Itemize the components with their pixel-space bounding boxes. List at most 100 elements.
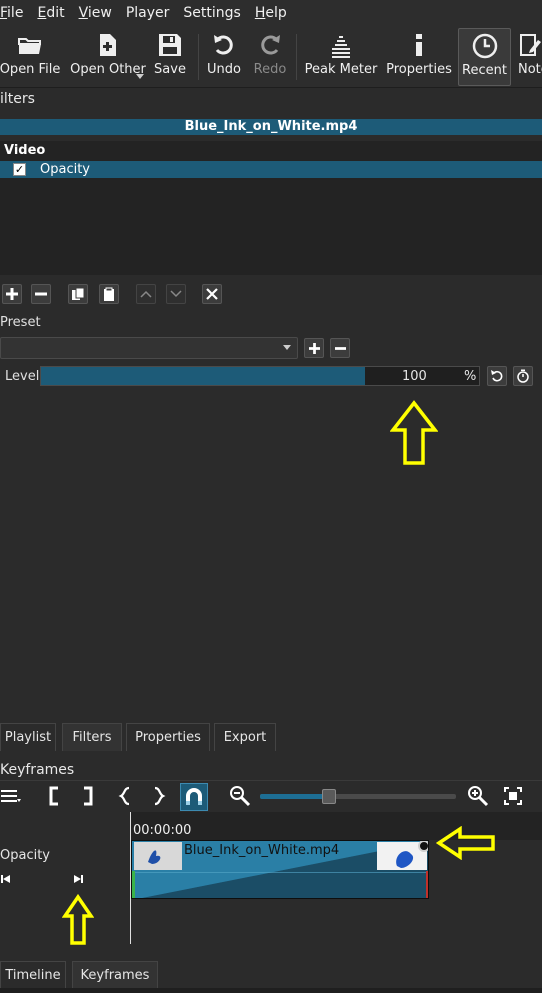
next-keyframe-button[interactable] (73, 873, 83, 888)
plus-icon (308, 342, 320, 354)
tab-keyframes[interactable]: Keyframes (72, 961, 158, 989)
undo-label: Undo (207, 62, 241, 77)
brace-right-icon (154, 786, 166, 806)
zoom-fit-icon (504, 787, 522, 805)
preset-label: Preset (0, 315, 41, 330)
properties-label: Properties (386, 62, 452, 77)
move-filter-up-button[interactable] (136, 284, 156, 304)
menu-player[interactable]: Player (126, 5, 170, 21)
keyframe-point[interactable] (418, 841, 428, 852)
tab-label: Export (223, 730, 267, 745)
open-other-button[interactable]: Open Other (70, 28, 146, 86)
recent-button[interactable]: Recent (458, 28, 511, 86)
zoom-fit-button[interactable] (502, 781, 524, 811)
zoom-slider[interactable] (260, 789, 456, 804)
keyframes-clip[interactable]: Blue_Ink_on_White.mp4 (131, 840, 429, 899)
save-preset-button[interactable] (304, 338, 324, 358)
tab-timeline[interactable]: Timeline (0, 961, 66, 989)
annotation-arrow-up-icon (389, 400, 439, 470)
chevron-up-icon (140, 290, 152, 298)
menu-view[interactable]: View (79, 5, 112, 21)
set-second-simple-keyframe-button[interactable] (149, 781, 169, 811)
tab-label: Filters (72, 730, 112, 745)
ink-thumbnail-icon (148, 850, 161, 864)
menu-help[interactable]: Help (255, 5, 287, 21)
skip-previous-icon (1, 875, 10, 883)
playhead[interactable] (130, 812, 131, 944)
menu-settings[interactable]: Settings (183, 5, 240, 21)
keyframes-menu-button[interactable] (0, 781, 22, 811)
menu-file[interactable]: File (0, 5, 23, 21)
reset-level-button[interactable] (487, 366, 507, 386)
open-file-label: Open File (0, 62, 61, 77)
recent-label: Recent (462, 63, 507, 78)
skip-next-icon (74, 875, 83, 883)
toolbar-separator (198, 34, 199, 80)
tab-label: Keyframes (80, 968, 150, 983)
peak-meter-button[interactable]: Peak Meter (305, 28, 377, 86)
keyframes-dock-title: Keyframes (0, 762, 75, 778)
annotation-arrow-up-icon (61, 893, 95, 950)
folder-open-icon (16, 28, 44, 62)
deselect-filter-button[interactable] (202, 284, 222, 304)
filter-enabled-checkbox[interactable]: ✓ (13, 163, 26, 176)
copy-icon (72, 287, 85, 300)
open-file-button[interactable]: Open File (0, 28, 60, 86)
zoom-in-button[interactable] (466, 781, 490, 811)
set-filter-end-button[interactable] (78, 781, 98, 811)
zoom-out-button[interactable] (228, 781, 252, 811)
notes-label: Note (518, 62, 542, 77)
plus-icon (6, 288, 18, 300)
preset-dropdown[interactable] (0, 337, 298, 359)
toolbar-separator (296, 34, 297, 80)
clipboard-icon (104, 287, 114, 301)
zoom-in-icon (468, 786, 489, 807)
undo-button[interactable]: Undo (204, 28, 244, 86)
reset-icon (491, 370, 503, 382)
zoom-slider-handle[interactable] (322, 789, 336, 804)
save-label: Save (154, 62, 186, 77)
tab-label: Timeline (5, 968, 61, 983)
level-label: Level (5, 369, 40, 384)
save-disk-icon (157, 28, 183, 62)
copy-filters-button[interactable] (68, 284, 88, 304)
clip-in-marker (132, 871, 135, 898)
open-other-dropdown-icon[interactable] (136, 74, 144, 79)
save-button[interactable]: Save (150, 28, 190, 86)
filter-group-video: Video (4, 143, 46, 158)
snap-button[interactable] (180, 783, 208, 811)
tab-label: Playlist (4, 730, 52, 745)
close-icon (206, 288, 218, 300)
remove-filter-button[interactable] (31, 284, 51, 304)
undo-icon (212, 28, 236, 62)
menu-edit[interactable]: Edit (37, 5, 64, 21)
peak-meter-label: Peak Meter (304, 62, 378, 77)
properties-button[interactable]: Properties (386, 28, 452, 86)
notes-button[interactable]: Note (518, 28, 542, 86)
redo-button[interactable]: Redo (250, 28, 290, 86)
level-slider[interactable]: 100 % (40, 366, 480, 386)
previous-keyframe-button[interactable] (1, 873, 11, 888)
keyframes-header-spacer (0, 812, 130, 840)
main-toolbar: Open File Open Other Save Undo Redo Peak… (0, 26, 542, 88)
set-filter-start-button[interactable] (44, 781, 64, 811)
status-strip (0, 988, 542, 993)
keyframes-level-button[interactable] (513, 366, 533, 386)
keyframes-clip-name: Blue_Ink_on_White.mp4 (184, 843, 340, 858)
info-icon (412, 28, 426, 62)
paste-filters-button[interactable] (99, 284, 119, 304)
redo-label: Redo (253, 62, 287, 77)
parameter-name: Opacity (0, 848, 51, 863)
tab-playlist[interactable]: Playlist (0, 723, 56, 751)
move-filter-down-button[interactable] (166, 284, 186, 304)
delete-preset-button[interactable] (330, 338, 350, 358)
menu-bar: File Edit View Player Settings Help (0, 0, 542, 26)
brace-left-icon (118, 786, 130, 806)
bracket-right-icon (84, 786, 93, 806)
add-filter-button[interactable] (2, 284, 22, 304)
tab-export[interactable]: Export (214, 723, 276, 751)
tab-filters[interactable]: Filters (62, 723, 122, 751)
file-add-icon (95, 28, 121, 62)
tab-properties[interactable]: Properties (126, 723, 210, 751)
set-first-simple-keyframe-button[interactable] (115, 781, 135, 811)
